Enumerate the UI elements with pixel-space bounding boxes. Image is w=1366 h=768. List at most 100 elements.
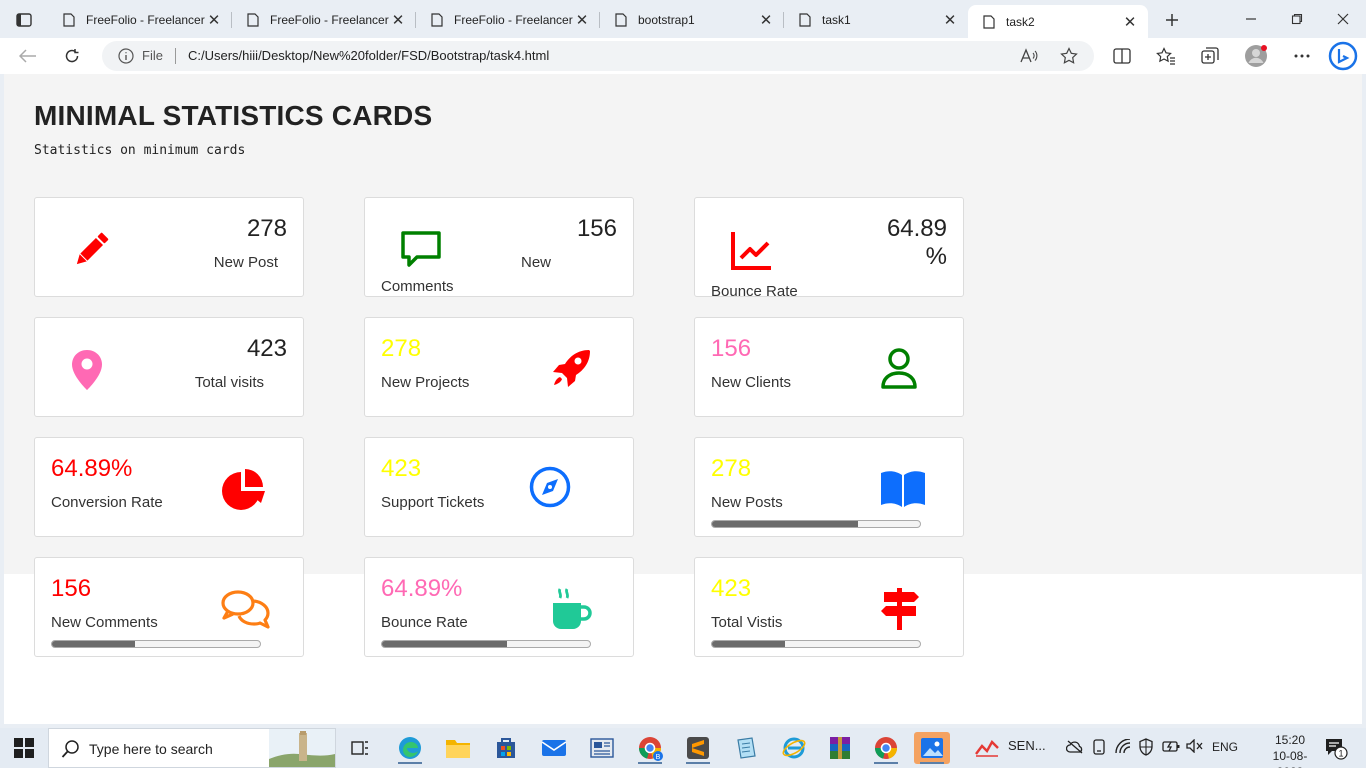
taskbar: Type here to search B SEN... ENG 15:20 1… <box>0 728 1366 768</box>
clock-time: 15:20 <box>1274 733 1306 747</box>
tab-freefolio-3[interactable]: FreeFolio - Freelancer ✕ <box>416 5 600 35</box>
close-window-button[interactable] <box>1328 6 1358 32</box>
mail-icon[interactable] <box>536 732 572 764</box>
stat-card-total-visits: 423 Total visits <box>34 317 304 417</box>
stat-label: Bounce Rate <box>381 614 468 631</box>
internet-explorer-icon[interactable] <box>776 732 812 764</box>
info-icon[interactable] <box>118 48 134 64</box>
page-icon <box>799 13 811 27</box>
progress-fill <box>382 641 507 647</box>
windows-start-icon[interactable] <box>10 736 38 760</box>
file-explorer-icon[interactable] <box>440 732 476 764</box>
stat-value: 64.89 <box>886 215 947 242</box>
search-placeholder: Type here to search <box>89 741 213 757</box>
task-view-icon[interactable] <box>342 732 378 764</box>
tab-title: FreeFolio - Freelancer <box>86 13 205 27</box>
tab-strip: FreeFolio - Freelancer ✕ FreeFolio - Fre… <box>0 0 1366 38</box>
tab-freefolio-1[interactable]: FreeFolio - Freelancer ✕ <box>48 5 232 35</box>
sublime-text-icon[interactable] <box>680 732 716 764</box>
pie-chart-icon <box>219 466 267 514</box>
winrar-icon[interactable] <box>822 732 858 764</box>
progress-fill <box>712 641 785 647</box>
volume-muted-icon[interactable] <box>1186 738 1204 756</box>
notification-center-icon[interactable]: 1 <box>1324 736 1348 760</box>
close-icon[interactable]: ✕ <box>758 12 774 29</box>
favorite-star-icon[interactable] <box>1060 47 1078 65</box>
stat-value: 423 <box>381 455 422 482</box>
microsoft-store-icon[interactable] <box>488 732 524 764</box>
stat-label-top: New <box>521 254 552 271</box>
divider <box>175 48 176 64</box>
signpost-icon <box>877 584 923 634</box>
favorites-icon[interactable] <box>1154 44 1178 68</box>
notification-count: 1 <box>1338 749 1343 759</box>
stat-card-new-comments: 156 New Comments <box>364 197 634 297</box>
stat-label: Total visits <box>194 374 264 391</box>
edge-app-icon[interactable] <box>392 732 428 764</box>
security-shield-icon[interactable] <box>1138 738 1154 759</box>
photos-icon[interactable] <box>914 732 950 764</box>
map-pin-icon <box>65 346 109 394</box>
stat-value: 64.89% <box>51 455 133 482</box>
stat-card-new-posts: 278 New Posts <box>694 437 964 537</box>
language-indicator[interactable]: ENG <box>1212 740 1238 754</box>
page-viewport: MINIMAL STATISTICS CARDS Statistics on m… <box>4 74 1362 724</box>
stat-label: New Post <box>213 254 278 271</box>
tab-bootstrap1[interactable]: bootstrap1 ✕ <box>600 5 784 35</box>
close-icon[interactable]: ✕ <box>390 12 406 29</box>
progress-fill <box>712 521 858 527</box>
stat-label: New Posts <box>711 494 783 511</box>
stat-value: 278 <box>246 215 287 242</box>
user-icon <box>877 346 921 392</box>
stat-card-new-projects: 278 New Projects <box>364 317 634 417</box>
stat-label: New Clients <box>711 374 792 391</box>
collections-icon[interactable] <box>1198 44 1222 68</box>
read-aloud-icon[interactable] <box>1020 47 1038 65</box>
url-text[interactable]: C:/Users/hiii/Desktop/New%20folder/FSD/B… <box>188 48 549 63</box>
progress-bar <box>711 520 921 528</box>
split-screen-icon[interactable] <box>1110 44 1134 68</box>
rocket-icon <box>549 346 593 390</box>
bing-chat-icon[interactable] <box>1328 40 1358 72</box>
profile-avatar[interactable] <box>1244 44 1268 68</box>
tab-freefolio-2[interactable]: FreeFolio - Freelancer ✕ <box>232 5 416 35</box>
chrome-profile-icon[interactable]: B <box>632 732 668 764</box>
minimize-button[interactable] <box>1236 6 1266 32</box>
close-icon[interactable]: ✕ <box>574 12 590 29</box>
refresh-button[interactable] <box>58 43 86 69</box>
stat-card-bounce-rate: 64.89 % Bounce Rate <box>694 197 964 300</box>
stat-card-bounce-rate-2: 64.89% Bounce Rate <box>364 557 634 657</box>
stat-card-support-tickets: 423 Support Tickets <box>364 437 634 537</box>
stat-value-unit: % <box>925 243 947 270</box>
page-icon <box>247 13 259 27</box>
stat-label: New Comments <box>51 614 158 631</box>
taskbar-search[interactable]: Type here to search <box>48 728 336 768</box>
notepad-icon[interactable] <box>728 732 764 764</box>
restore-button[interactable] <box>1282 6 1312 32</box>
tray-app-label: SEN... <box>1008 738 1046 753</box>
battery-charging-icon[interactable] <box>1162 739 1180 756</box>
progress-bar <box>381 640 591 648</box>
chart-line-icon <box>727 226 775 274</box>
tab-task2[interactable]: task2 ✕ <box>968 5 1148 38</box>
new-tab-button[interactable] <box>1160 8 1184 32</box>
wifi-icon[interactable] <box>1114 738 1132 758</box>
close-icon[interactable]: ✕ <box>1122 14 1138 31</box>
stat-value: 156 <box>576 215 617 242</box>
back-button[interactable] <box>14 43 42 69</box>
chrome-icon[interactable] <box>868 732 904 764</box>
close-icon[interactable]: ✕ <box>206 12 222 29</box>
device-icon[interactable] <box>1092 739 1106 758</box>
sensex-icon[interactable] <box>974 736 1000 761</box>
tab-task1[interactable]: task1 ✕ <box>784 5 968 35</box>
tab-actions-icon[interactable] <box>8 7 40 33</box>
address-bar[interactable]: File C:/Users/hiii/Desktop/New%20folder/… <box>102 41 1094 71</box>
scheme-label: File <box>142 48 163 63</box>
onedrive-offline-icon[interactable] <box>1065 740 1084 757</box>
more-options-icon[interactable] <box>1290 44 1314 68</box>
stat-card-new-post: 278 New Post <box>34 197 304 297</box>
system-clock[interactable]: 15:20 10-08-2023 <box>1262 732 1318 768</box>
close-icon <box>1337 13 1349 25</box>
news-icon[interactable] <box>584 732 620 764</box>
close-icon[interactable]: ✕ <box>942 12 958 29</box>
